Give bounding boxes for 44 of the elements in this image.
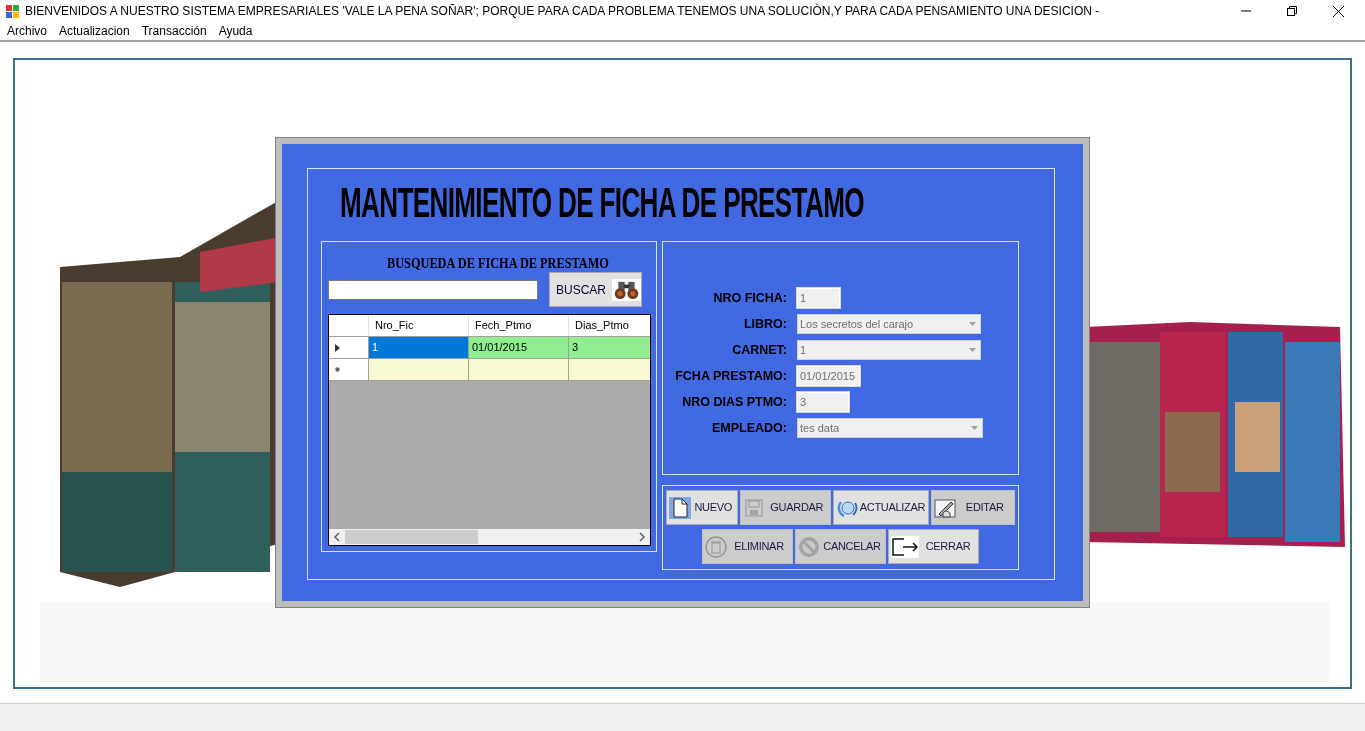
restore-icon <box>1287 6 1297 16</box>
form-title: MANTENIMIENTO DE FICHA DE PRESTAMO <box>340 179 864 227</box>
window-title: BIENVENIDOS A NUESTRO SISTEMA EMPRESARIALES 'VALE LA PENA SOÑAR'; PORQUE PARA CADA PROBLEMA TENEMOS UNA SOLUCIÒN,Y PARA CADA PENSAMIENTO UNA DESICION - <box>25 2 1100 20</box>
dropdown-field[interactable]: tes data <box>797 418 983 438</box>
exit-door-icon <box>891 535 919 558</box>
dropdown-field[interactable]: 1 <box>797 340 981 360</box>
refresh-button[interactable]: ACTUALIZAR <box>832 490 930 525</box>
trash-can-icon <box>705 535 727 558</box>
close-icon <box>1332 5 1344 17</box>
input-field[interactable]: 01/01/2015 <box>797 366 860 386</box>
table-cell: 1 <box>369 337 469 358</box>
dropdown-arrow-icon <box>969 322 976 326</box>
app-icon <box>6 4 19 18</box>
search-field[interactable] <box>328 280 538 300</box>
search-heading: BUSQUEDA DE FICHA DE PRESTAMO <box>387 254 609 273</box>
menu-item[interactable]: Ayuda <box>212 21 259 41</box>
table-cell: 01/01/2015 <box>469 337 569 358</box>
close-form-button[interactable]: CERRAR <box>888 529 979 564</box>
field-label: LIBRO: <box>742 315 788 333</box>
field-label: FCHA PRESTAMO: <box>674 367 788 385</box>
search-button[interactable]: BUSCAR <box>549 272 642 307</box>
dropdown-field[interactable]: Los secretos del carajo <box>797 314 981 334</box>
column-header[interactable]: Dias_Ptmo <box>569 315 650 336</box>
field-label: NRO FICHA: <box>712 289 788 307</box>
new-button[interactable]: NUEVO <box>665 490 738 525</box>
field-label: NRO DIAS PTMO: <box>681 393 788 411</box>
column-header[interactable]: Nro_Fic <box>369 315 469 336</box>
dropdown-arrow-icon <box>971 426 978 430</box>
new-row-icon <box>335 367 340 372</box>
menu-item[interactable]: Archivo <box>1 21 53 41</box>
binoculars-icon <box>612 277 641 302</box>
pencil-edit-icon <box>934 496 957 519</box>
input-field[interactable]: 3 <box>797 392 849 412</box>
dropdown-arrow-icon <box>969 348 976 352</box>
field-label: EMPLEADO: <box>711 419 788 437</box>
document-icon <box>668 496 691 519</box>
table-cell: 3 <box>569 337 650 358</box>
menu-item[interactable]: Actualizacion <box>53 21 136 41</box>
column-header[interactable]: Fech_Ptmo <box>469 315 569 336</box>
input-field[interactable]: 1 <box>797 288 840 308</box>
menu-item[interactable]: Transacción <box>135 21 213 41</box>
prohibited-icon <box>798 535 820 558</box>
field-label: CARNET: <box>731 341 788 359</box>
horizontal-scrollbar[interactable] <box>329 529 650 545</box>
